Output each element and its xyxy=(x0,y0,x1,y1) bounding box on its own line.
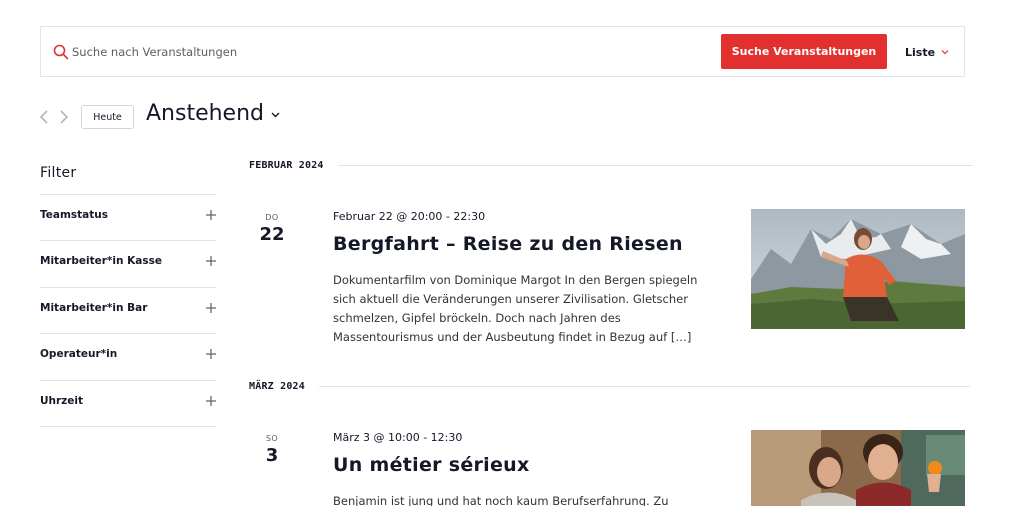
filter-group-kasse[interactable]: Mitarbeiter*in Kasse xyxy=(40,240,216,286)
event-image-classroom[interactable] xyxy=(751,430,965,506)
chevron-down-icon xyxy=(941,50,949,55)
event-date-tag: SO 3 xyxy=(249,434,295,466)
event-datetime: Februar 22 @ 20:00 - 22:30 xyxy=(333,210,486,223)
period-title: Anstehend xyxy=(146,101,265,126)
chevron-right-icon[interactable] xyxy=(58,109,70,125)
search-icon xyxy=(53,44,69,60)
chevron-down-icon xyxy=(271,112,280,118)
month-separator: FEBRUAR 2024 xyxy=(249,160,973,171)
month-divider xyxy=(337,165,973,166)
event-date-tag: DO 22 xyxy=(249,213,295,245)
filter-heading: Filter xyxy=(40,165,77,181)
plus-icon xyxy=(206,303,216,313)
event-title[interactable]: Un métier sérieux xyxy=(333,454,530,476)
event-description: Benjamin ist jung und hat noch kaum Beru… xyxy=(333,494,669,506)
search-bar: Suche Veranstaltungen Liste xyxy=(40,26,965,77)
filter-group-label: Operateur*in xyxy=(40,348,118,360)
period-selector[interactable]: Anstehend xyxy=(146,101,280,126)
filter-group-label: Mitarbeiter*in Kasse xyxy=(40,255,162,267)
filter-group-operateur[interactable]: Operateur*in xyxy=(40,333,216,379)
month-label: FEBRUAR 2024 xyxy=(249,160,324,171)
event-weekday: SO xyxy=(265,434,279,443)
event-image-mountain[interactable] xyxy=(751,209,965,329)
event-description: Dokumentarfilm von Dominique Margot In d… xyxy=(333,273,698,344)
search-events-button[interactable]: Suche Veranstaltungen xyxy=(721,34,887,69)
plus-icon xyxy=(206,210,216,220)
plus-icon xyxy=(206,396,216,406)
filter-group-teamstatus[interactable]: Teamstatus xyxy=(40,194,216,240)
filter-group-label: Uhrzeit xyxy=(40,395,84,407)
view-selector-label: Liste xyxy=(905,45,936,59)
search-input[interactable] xyxy=(72,40,672,64)
filter-divider xyxy=(40,426,216,427)
month-label: MÄRZ 2024 xyxy=(249,381,305,392)
view-selector[interactable]: Liste xyxy=(905,43,949,61)
event-title[interactable]: Bergfahrt – Reise zu den Riesen xyxy=(333,233,683,255)
filter-group-label: Teamstatus xyxy=(40,209,109,221)
event-weekday: DO xyxy=(265,213,279,222)
today-button[interactable]: Heute xyxy=(81,105,134,129)
chevron-left-icon[interactable] xyxy=(38,109,50,125)
event-day: 3 xyxy=(265,445,279,466)
plus-icon xyxy=(206,349,216,359)
plus-icon xyxy=(206,256,216,266)
filter-group-label: Mitarbeiter*in Bar xyxy=(40,302,148,314)
month-separator: MÄRZ 2024 xyxy=(249,381,970,392)
filter-group-uhrzeit[interactable]: Uhrzeit xyxy=(40,380,216,426)
filter-group-bar[interactable]: Mitarbeiter*in Bar xyxy=(40,287,216,333)
event-day: 22 xyxy=(259,224,285,245)
event-datetime: März 3 @ 10:00 - 12:30 xyxy=(333,431,463,444)
month-divider xyxy=(319,386,970,387)
